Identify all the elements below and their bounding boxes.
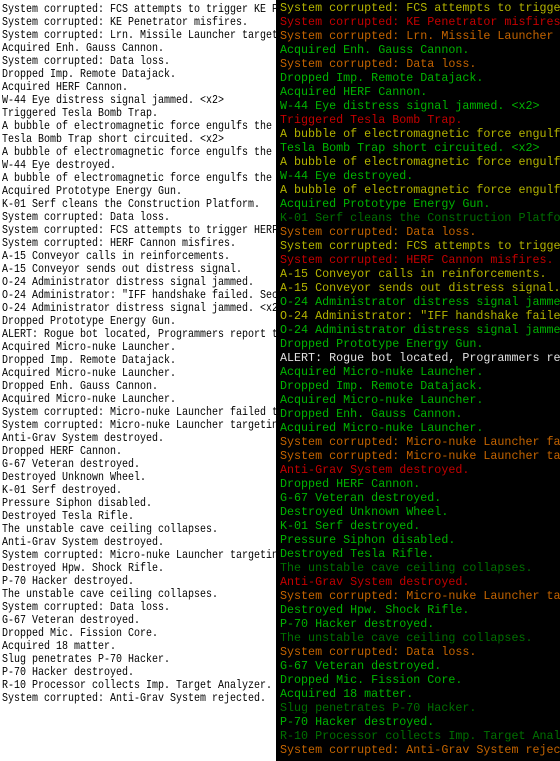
colored-log-line: A bubble of electromagnetic force engulf… bbox=[280, 127, 560, 141]
colored-log-line: P-70 Hacker destroyed. bbox=[280, 617, 435, 631]
colored-log-line: Acquired Micro-nuke Launcher. bbox=[280, 365, 484, 379]
colored-log-line: Acquired Enh. Gauss Cannon. bbox=[280, 43, 470, 57]
colored-log-line: System corrupted: HERF Cannon misfires. bbox=[280, 253, 554, 267]
colored-log-line: Destroyed Tesla Rifle. bbox=[280, 547, 435, 561]
colored-log-line: System corrupted: FCS attempts to trigge… bbox=[280, 1, 560, 15]
colored-log-line: R-10 Processor collects Imp. Target Anal… bbox=[280, 729, 560, 743]
colored-log-line: W-44 Eye distress signal jammed. <x2> bbox=[280, 99, 540, 113]
colored-log-line: The unstable cave ceiling collapses. bbox=[280, 631, 533, 645]
colored-log-line: System corrupted: Data loss. bbox=[280, 645, 477, 659]
colored-log-line: Dropped Mic. Fission Core. bbox=[280, 673, 463, 687]
colored-log-line: G-67 Veteran destroyed. bbox=[280, 659, 442, 673]
colored-log-line: A bubble of electromagnetic force engulf… bbox=[280, 183, 560, 197]
colored-log-line: System corrupted: KE Penetrator misfires… bbox=[280, 15, 560, 29]
colored-message-log: System corrupted: FCS attempts to trigge… bbox=[276, 0, 560, 761]
colored-log-line: A-15 Conveyor calls in reinforcements. bbox=[280, 267, 547, 281]
colored-log-line: ALERT: Rogue bot located, Programmers re… bbox=[280, 351, 560, 365]
colored-log-line: Anti-Grav System destroyed. bbox=[280, 575, 470, 589]
colored-log-line: Acquired Micro-nuke Launcher. bbox=[280, 393, 484, 407]
colored-log-line: Acquired HERF Cannon. bbox=[280, 85, 428, 99]
colored-log-line: W-44 Eye destroyed. bbox=[280, 169, 414, 183]
colored-log-line: K-01 Serf destroyed. bbox=[280, 519, 421, 533]
colored-log-line: System corrupted: Data loss. bbox=[280, 57, 477, 71]
colored-log-line: O-24 Administrator distress signal jamme… bbox=[280, 323, 560, 337]
colored-log-line: P-70 Hacker destroyed. bbox=[280, 715, 435, 729]
colored-log-line: O-24 Administrator distress signal jamme… bbox=[280, 295, 560, 309]
colored-log-line: Slug penetrates P-70 Hacker. bbox=[280, 701, 477, 715]
colored-log-line: A bubble of electromagnetic force engulf… bbox=[280, 155, 560, 169]
colored-log-line: Dropped HERF Cannon. bbox=[280, 477, 421, 491]
colored-log-line: System corrupted: Micro-nuke Launcher ta… bbox=[280, 449, 560, 463]
colored-log-line: Destroyed Hpw. Shock Rifle. bbox=[280, 603, 470, 617]
colored-log-line: Pressure Siphon disabled. bbox=[280, 533, 456, 547]
colored-log-line: System corrupted: Anti-Grav System rejec… bbox=[280, 743, 560, 757]
colored-log-line: System corrupted: Data loss. bbox=[280, 225, 477, 239]
colored-log-line: Dropped Imp. Remote Datajack. bbox=[280, 379, 484, 393]
colored-log-line: Tesla Bomb Trap short circuited. <x2> bbox=[280, 141, 540, 155]
colored-log-line: Dropped Prototype Energy Gun. bbox=[280, 337, 484, 351]
colored-log-line: Acquired Prototype Energy Gun. bbox=[280, 197, 491, 211]
colored-log-line: System corrupted: FCS attempts to trigge… bbox=[280, 239, 560, 253]
colored-log-line: System corrupted: Micro-nuke Launcher fa… bbox=[280, 435, 560, 449]
colored-log-line: The unstable cave ceiling collapses. bbox=[280, 561, 533, 575]
colored-log-line: G-67 Veteran destroyed. bbox=[280, 491, 442, 505]
plain-message-log: System corrupted: FCS attempts to trigge… bbox=[0, 0, 276, 761]
colored-log-line: K-01 Serf cleans the Construction Platfo… bbox=[280, 211, 560, 225]
colored-log-line: System corrupted: Micro-nuke Launcher ta… bbox=[280, 589, 560, 603]
log-line: System corrupted: Anti-Grav System rejec… bbox=[2, 693, 267, 706]
colored-log-line: Dropped Enh. Gauss Cannon. bbox=[280, 407, 463, 421]
colored-log-line: O-24 Administrator: "IFF handshake faile… bbox=[280, 309, 560, 323]
colored-log-line: System corrupted: Lrn. Missile Launcher … bbox=[280, 29, 554, 43]
colored-log-line: Triggered Tesla Bomb Trap. bbox=[280, 113, 463, 127]
colored-log-line: Acquired Micro-nuke Launcher. bbox=[280, 421, 484, 435]
colored-log-line: Dropped Imp. Remote Datajack. bbox=[280, 71, 484, 85]
colored-log-line: A-15 Conveyor sends out distress signal. bbox=[280, 281, 560, 295]
colored-log-line: Acquired 18 matter. bbox=[280, 687, 414, 701]
colored-log-line: Anti-Grav System destroyed. bbox=[280, 463, 470, 477]
colored-log-line: Destroyed Unknown Wheel. bbox=[280, 505, 449, 519]
